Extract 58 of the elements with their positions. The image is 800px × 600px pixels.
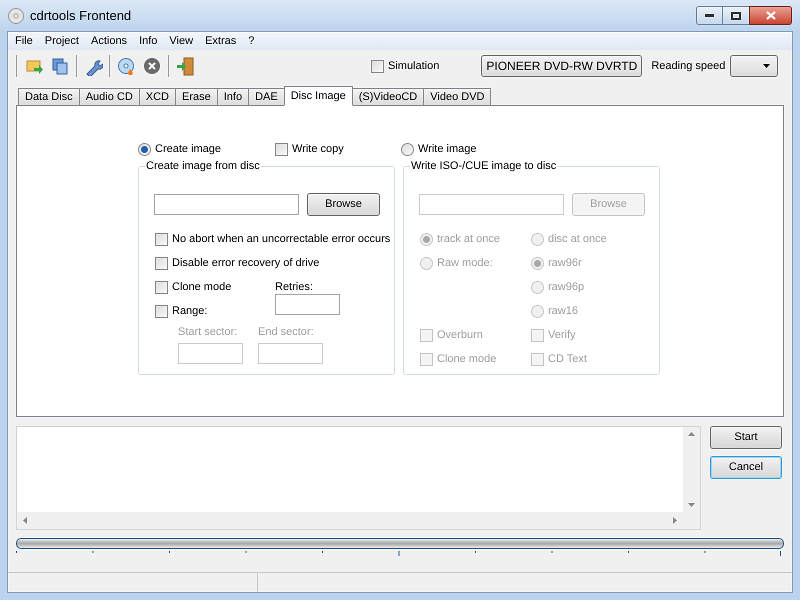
action-button[interactable]: Start [710, 426, 782, 449]
reading-speed-label: Reading speed [651, 58, 726, 74]
cancel-button[interactable] [141, 55, 163, 77]
tab[interactable]: Data Disc [18, 88, 80, 106]
speed-dropdown[interactable] [730, 55, 778, 77]
browse-button[interactable]: Browse [307, 193, 380, 216]
maximize-button[interactable] [723, 6, 749, 25]
menu-item[interactable]: File [9, 32, 39, 50]
group-title: Create image from disc [145, 158, 261, 174]
disc-burn-button[interactable] [115, 55, 137, 77]
slider-track[interactable] [16, 538, 784, 549]
menu-item[interactable]: ? [242, 32, 260, 50]
sector-label: End sector: [258, 325, 315, 340]
group-title: Write ISO-/CUE image to disc [410, 158, 558, 174]
caret-icon [763, 64, 770, 68]
minimize-button[interactable] [696, 6, 723, 25]
action-button[interactable]: Cancel [710, 456, 782, 479]
radio-button[interactable]: Write image [401, 140, 476, 158]
disc-icon [8, 8, 24, 24]
checkbox[interactable]: No abort when an uncorrectable error occurs [155, 230, 390, 248]
menu-item[interactable]: Actions [84, 32, 134, 50]
checkbox[interactable]: Disable error recovery of drive [155, 254, 320, 272]
scroll-down-icon [688, 503, 695, 507]
scroll-right-icon [673, 517, 677, 524]
menu-item[interactable]: Extras [199, 32, 242, 50]
tab[interactable]: Disc Image [284, 86, 353, 106]
disc-burn-icon [116, 56, 136, 76]
checkbox[interactable]: Clone mode [155, 278, 232, 296]
menu-item[interactable]: Project [38, 32, 85, 50]
scroll-up-icon [688, 432, 695, 436]
tab[interactable]: Erase [175, 88, 218, 106]
minimize-icon [705, 14, 714, 17]
menu-item[interactable]: Info [133, 32, 164, 50]
copy-icon [50, 56, 70, 76]
tab[interactable]: (S)VideoCD [352, 88, 424, 106]
sector-label: Start sector: [178, 325, 238, 340]
tab[interactable]: Video DVD [423, 88, 492, 106]
checkbox[interactable]: Range: [155, 302, 208, 320]
tab[interactable]: Audio CD [78, 88, 140, 106]
vertical-scrollbar[interactable] [683, 427, 700, 512]
close-button[interactable] [749, 6, 792, 25]
checkbox[interactable]: Write copy [275, 140, 401, 158]
maximize-icon [731, 12, 741, 20]
horizontal-scrollbar[interactable] [17, 512, 683, 529]
retries-field[interactable] [275, 294, 340, 315]
window-title: cdrtools Frontend [30, 6, 132, 25]
exit-door-icon [176, 56, 194, 76]
retries-label: Retries: [275, 280, 313, 295]
checkbox[interactable]: Simulation [371, 57, 440, 75]
drive-dropdown[interactable]: PIONEER DVD-RW DVRTD [481, 55, 642, 77]
exit-door-button[interactable] [174, 55, 196, 77]
menu-item[interactable]: View [163, 32, 200, 50]
cancel-icon [142, 56, 162, 76]
close-icon [766, 11, 776, 20]
radio-button[interactable]: Create image [138, 140, 275, 158]
tab[interactable]: DAE [248, 88, 285, 106]
input-field[interactable] [154, 194, 299, 215]
scroll-left-icon [23, 517, 27, 524]
